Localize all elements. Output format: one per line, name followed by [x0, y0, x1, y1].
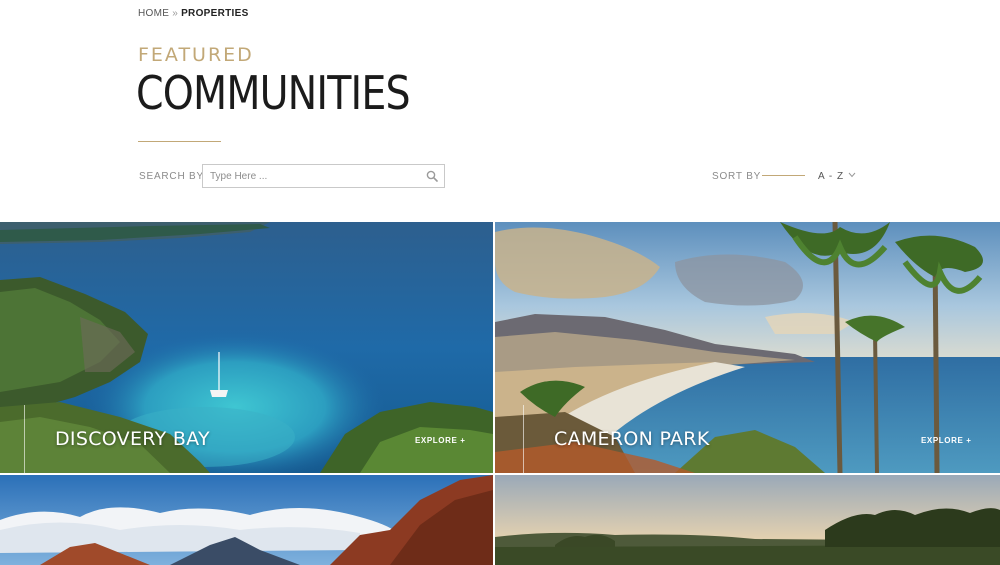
- search-label: SEARCH BY: [139, 171, 204, 182]
- sort-selected-value: A - Z: [818, 170, 845, 182]
- community-card-4[interactable]: [495, 475, 1000, 565]
- communities-grid: DISCOVERY BAY EXPLORE + CAMERON PARK EXP…: [0, 222, 1000, 565]
- community-name: CAMERON PARK: [554, 428, 710, 450]
- community-4-photo: [495, 475, 1000, 565]
- community-name: DISCOVERY BAY: [55, 428, 210, 450]
- breadcrumb-home-link[interactable]: HOME: [138, 8, 169, 19]
- sort-label: SORT BY: [712, 171, 762, 182]
- search-input[interactable]: [210, 170, 420, 182]
- title-divider: [138, 141, 221, 142]
- search-box: [202, 164, 445, 188]
- community-card-3[interactable]: [0, 475, 493, 565]
- breadcrumb: HOME» PROPERTIES: [138, 8, 249, 19]
- community-card-cameron-park[interactable]: CAMERON PARK EXPLORE +: [495, 222, 1000, 473]
- page-title: COMMUNITIES: [136, 66, 411, 120]
- breadcrumb-separator: »: [172, 8, 179, 19]
- search-icon[interactable]: [426, 170, 438, 182]
- community-card-discovery-bay[interactable]: DISCOVERY BAY EXPLORE +: [0, 222, 493, 473]
- explore-link[interactable]: EXPLORE +: [415, 436, 466, 445]
- card-divider: [24, 405, 25, 473]
- card-divider: [523, 405, 524, 473]
- chevron-down-icon: [848, 172, 856, 178]
- sort-divider: [762, 175, 805, 176]
- explore-link[interactable]: EXPLORE +: [921, 436, 972, 445]
- sort-select[interactable]: A - Z: [818, 168, 860, 184]
- breadcrumb-current: PROPERTIES: [181, 8, 249, 19]
- page-eyebrow: FEATURED: [138, 44, 254, 66]
- community-3-photo: [0, 475, 493, 565]
